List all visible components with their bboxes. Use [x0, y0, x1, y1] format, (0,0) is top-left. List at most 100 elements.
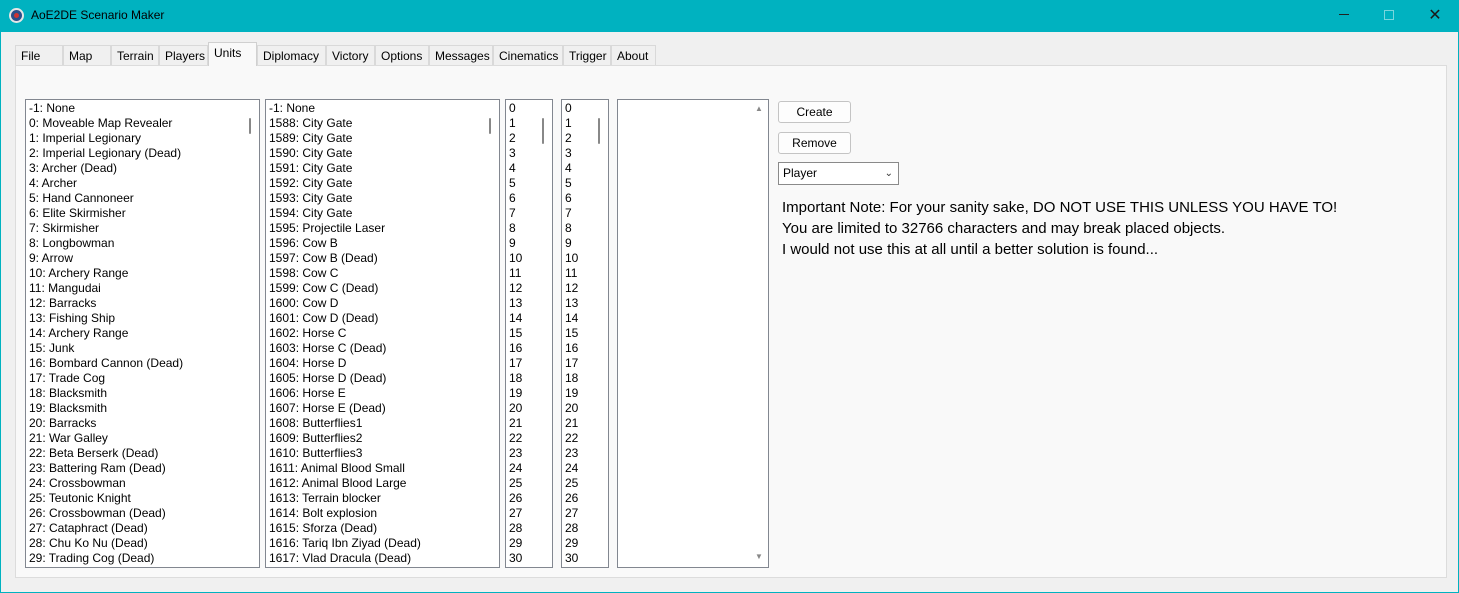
number-item[interactable]: 28 — [509, 521, 538, 536]
scrollbar-thumb[interactable] — [542, 118, 544, 144]
minimize-button[interactable] — [1321, 0, 1367, 32]
player-select[interactable]: Player ⌄ — [778, 162, 899, 185]
unit-type-item[interactable]: 1609: Butterflies2 — [269, 431, 485, 446]
number-item[interactable]: 12 — [509, 281, 538, 296]
unit-type-item[interactable]: 1613: Terrain blocker — [269, 491, 485, 506]
unit-type-list-2[interactable]: -1: None 1588: City Gate 1589: City Gate 15… — [265, 99, 500, 568]
unit-type-item[interactable]: 1601: Cow D (Dead) — [269, 311, 485, 326]
unit-type-item[interactable]: 1602: Horse C — [269, 326, 485, 341]
unit-type-item[interactable]: 21: War Galley — [29, 431, 245, 446]
unit-type-item[interactable]: 1604: Horse D — [269, 356, 485, 371]
number-item[interactable]: 8 — [509, 221, 538, 236]
unit-type-item[interactable]: 1614: Bolt explosion — [269, 506, 485, 521]
unit-type-item[interactable]: 18: Blacksmith — [29, 386, 245, 401]
unit-type-item[interactable]: 22: Beta Berserk (Dead) — [29, 446, 245, 461]
scroll-up-icon[interactable]: ▲ — [755, 104, 763, 113]
unit-type-item[interactable]: 2: Imperial Legionary (Dead) — [29, 146, 245, 161]
unit-type-item[interactable]: 13: Fishing Ship — [29, 311, 245, 326]
tab-about[interactable]: About — [611, 45, 656, 66]
tab-map[interactable]: Map — [63, 45, 111, 66]
number-item[interactable]: 2 — [509, 131, 538, 146]
number-item[interactable]: 8 — [565, 221, 594, 236]
unit-type-item[interactable]: 1611: Animal Blood Small — [269, 461, 485, 476]
number-item[interactable]: 7 — [509, 206, 538, 221]
tab-diplomacy[interactable]: Diplomacy — [257, 45, 326, 66]
number-list-1[interactable]: 0 1 2 3 4 5 6 7 8 9 10 11 12 13 14 15 16 17 18 19 20 21 22 23 24… — [505, 99, 553, 568]
number-item[interactable]: 0 — [509, 101, 538, 116]
scrollbar-thumb[interactable] — [598, 118, 600, 144]
unit-type-item[interactable]: 1592: City Gate — [269, 176, 485, 191]
number-item[interactable]: 5 — [565, 176, 594, 191]
number-item[interactable]: 22 — [565, 431, 594, 446]
number-item[interactable]: 0 — [565, 101, 594, 116]
unit-type-item[interactable]: 1589: City Gate — [269, 131, 485, 146]
number-item[interactable]: 16 — [565, 341, 594, 356]
number-item[interactable]: 17 — [565, 356, 594, 371]
unit-type-item[interactable]: 17: Trade Cog — [29, 371, 245, 386]
number-item[interactable]: 19 — [509, 386, 538, 401]
number-item[interactable]: 1 — [509, 116, 538, 131]
remove-button[interactable]: Remove — [778, 132, 851, 154]
unit-type-item[interactable]: 1590: City Gate — [269, 146, 485, 161]
number-item[interactable]: 13 — [509, 296, 538, 311]
unit-type-item[interactable]: 1616: Tariq Ibn Ziyad (Dead) — [269, 536, 485, 551]
scrollbar-thumb[interactable] — [489, 118, 491, 134]
number-item[interactable]: 7 — [565, 206, 594, 221]
number-item[interactable]: 5 — [509, 176, 538, 191]
number-item[interactable]: 9 — [509, 236, 538, 251]
number-item[interactable]: 25 — [509, 476, 538, 491]
number-item[interactable]: 11 — [565, 266, 594, 281]
number-item[interactable]: 3 — [565, 146, 594, 161]
unit-type-item[interactable]: 1600: Cow D — [269, 296, 485, 311]
unit-type-item[interactable]: 6: Elite Skirmisher — [29, 206, 245, 221]
number-item[interactable]: 29 — [509, 536, 538, 551]
number-item[interactable]: 6 — [509, 191, 538, 206]
number-item[interactable]: 20 — [565, 401, 594, 416]
number-item[interactable]: 21 — [509, 416, 538, 431]
number-item[interactable]: 14 — [565, 311, 594, 326]
unit-type-item[interactable]: 23: Battering Ram (Dead) — [29, 461, 245, 476]
number-item[interactable]: 4 — [565, 161, 594, 176]
create-button[interactable]: Create — [778, 101, 851, 123]
unit-type-item[interactable]: 19: Blacksmith — [29, 401, 245, 416]
number-item[interactable]: 16 — [509, 341, 538, 356]
unit-type-item[interactable]: 27: Cataphract (Dead) — [29, 521, 245, 536]
number-item[interactable]: 22 — [509, 431, 538, 446]
tab-trigger[interactable]: Trigger — [563, 45, 611, 66]
number-item[interactable]: 15 — [509, 326, 538, 341]
unit-type-item[interactable]: 1596: Cow B — [269, 236, 485, 251]
number-item[interactable]: 6 — [565, 191, 594, 206]
unit-type-item[interactable]: -1: None — [29, 101, 245, 116]
number-item[interactable]: 30 — [565, 551, 594, 566]
number-item[interactable]: 18 — [565, 371, 594, 386]
unit-type-item[interactable]: 24: Crossbowman — [29, 476, 245, 491]
unit-type-item[interactable]: 1608: Butterflies1 — [269, 416, 485, 431]
unit-type-list[interactable]: -1: None 0: Moveable Map Revealer 1: Imper… — [25, 99, 260, 568]
number-item[interactable]: 13 — [565, 296, 594, 311]
number-item[interactable]: 24 — [509, 461, 538, 476]
maximize-button[interactable] — [1366, 0, 1412, 32]
number-item[interactable]: 17 — [509, 356, 538, 371]
unit-type-item[interactable]: 29: Trading Cog (Dead) — [29, 551, 245, 566]
number-item[interactable]: 26 — [509, 491, 538, 506]
unit-type-item[interactable]: 12: Barracks — [29, 296, 245, 311]
unit-type-item[interactable]: 1591: City Gate — [269, 161, 485, 176]
number-item[interactable]: 26 — [565, 491, 594, 506]
number-item[interactable]: 27 — [509, 506, 538, 521]
unit-type-item[interactable]: 1615: Sforza (Dead) — [269, 521, 485, 536]
unit-type-item[interactable]: 20: Barracks — [29, 416, 245, 431]
unit-type-item[interactable]: 1617: Vlad Dracula (Dead) — [269, 551, 485, 566]
tab-victory[interactable]: Victory — [326, 45, 375, 66]
number-item[interactable]: 3 — [509, 146, 538, 161]
number-item[interactable]: 18 — [509, 371, 538, 386]
unit-type-item[interactable]: 1603: Horse C (Dead) — [269, 341, 485, 356]
number-item[interactable]: 29 — [565, 536, 594, 551]
tab-units[interactable]: Units — [208, 42, 257, 66]
number-item[interactable]: 23 — [509, 446, 538, 461]
unit-type-item[interactable]: 1588: City Gate — [269, 116, 485, 131]
unit-type-item[interactable]: 1597: Cow B (Dead) — [269, 251, 485, 266]
number-item[interactable]: 25 — [565, 476, 594, 491]
unit-type-item[interactable]: 5: Hand Cannoneer — [29, 191, 245, 206]
number-item[interactable]: 9 — [565, 236, 594, 251]
tab-messages[interactable]: Messages — [429, 45, 493, 66]
